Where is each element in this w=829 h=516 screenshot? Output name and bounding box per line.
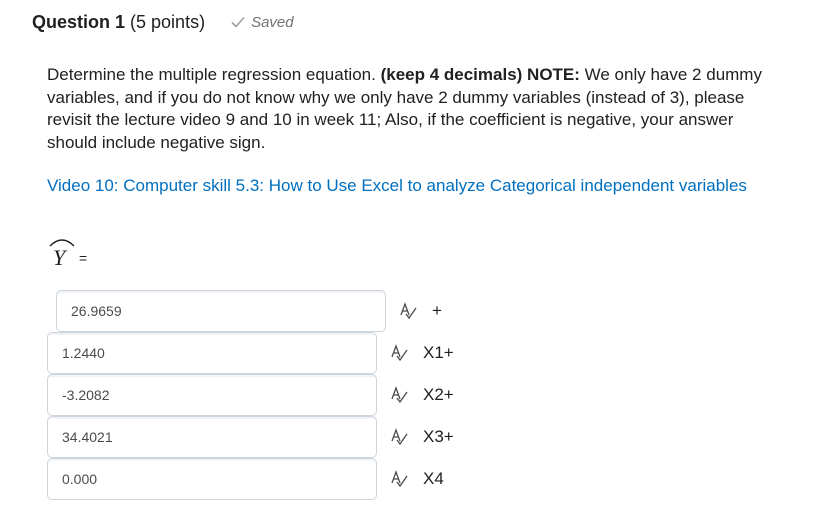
spellcheck-icon[interactable]: [398, 301, 418, 321]
answer-row-x2: X2+: [47, 374, 454, 416]
spellcheck-icon[interactable]: [389, 427, 409, 447]
question-title: Question 1 (5 points): [32, 12, 205, 33]
answer-row-x3: X3+: [47, 416, 454, 458]
checkmark-icon: [231, 16, 245, 28]
term-label-x3: X3+: [423, 427, 454, 446]
question-header: Question 1 (5 points) Saved: [32, 10, 294, 34]
saved-label: Saved: [251, 13, 294, 31]
y-hat-symbol: Y: [47, 236, 77, 270]
spellcheck-icon[interactable]: [389, 385, 409, 405]
x3-coefficient-input[interactable]: [47, 416, 377, 458]
answer-row-intercept: +: [56, 290, 442, 332]
term-label-x1: X1+: [423, 343, 454, 362]
term-label-intercept: +: [432, 301, 442, 320]
video-link[interactable]: Video 10: Computer skill 5.3: How to Use…: [47, 175, 787, 198]
x1-coefficient-input[interactable]: [47, 332, 377, 374]
term-label-x4: X4: [423, 469, 444, 488]
spellcheck-icon[interactable]: [389, 469, 409, 489]
intercept-input[interactable]: [56, 290, 386, 332]
term-label-x2: X2+: [423, 385, 454, 404]
x4-coefficient-input[interactable]: [47, 458, 377, 500]
answer-row-x1: X1+: [47, 332, 454, 374]
question-prompt: Determine the multiple regression equati…: [47, 65, 762, 152]
answer-row-x4: X4: [47, 458, 444, 500]
spellcheck-icon[interactable]: [389, 343, 409, 363]
equals-sign: =: [79, 250, 88, 266]
question-number: Question 1: [32, 11, 126, 32]
question-points: (5 points): [130, 11, 206, 32]
saved-status: Saved: [231, 14, 294, 31]
x2-coefficient-input[interactable]: [47, 374, 377, 416]
y-hat-label: Y =: [47, 236, 87, 270]
